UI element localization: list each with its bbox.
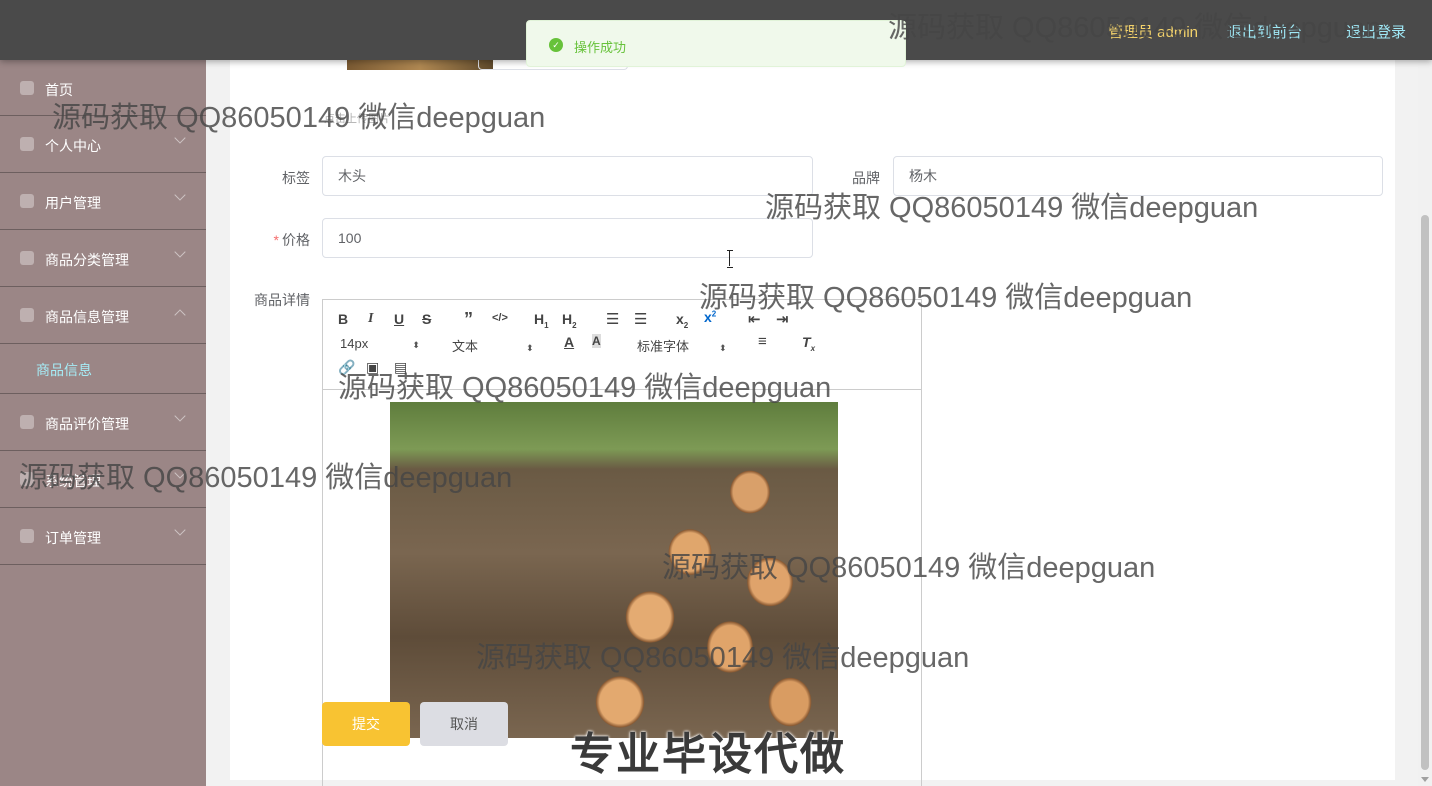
tag-input[interactable]: 木头 [322,156,813,196]
bullet-list-icon[interactable]: ☰ [634,310,647,328]
toast-message: 操作成功 [574,40,627,55]
align-icon[interactable]: ≡ [758,333,767,350]
watermark: 源码获取 QQ86050149 微信deepguan [338,372,832,404]
sidebar-item-label: 个人中心 [45,138,101,154]
text-cursor-icon [727,250,733,268]
check-circle-icon: ✓ [549,38,563,52]
paragraph-select[interactable]: 文本 ⬍ [452,336,534,355]
italic-icon[interactable]: I [368,311,373,327]
watermark: 源码获取 QQ86050149 微信deepguan [888,12,1382,44]
heading2-icon[interactable]: H2 [562,311,577,330]
goods-icon [20,308,34,322]
users-icon [20,194,34,208]
blockquote-icon[interactable]: ” [464,309,473,330]
sidebar-item-review-management[interactable]: 商品评价管理 [0,394,206,451]
watermark: 源码获取 QQ86050149 微信deepguan [765,192,1259,224]
code-icon[interactable]: </> [492,312,508,324]
success-toast: ✓ 操作成功 [526,20,906,67]
strikethrough-icon[interactable]: S [422,311,431,327]
comment-icon [20,415,34,429]
background-color-icon[interactable]: A [592,334,601,348]
watermark: 源码获取 QQ86050149 微信deepguan [476,642,970,674]
sidebar: 首页 个人中心 用户管理 商品分类管理 商品信息管理 商品信息 商品评价管理 系… [0,60,206,786]
sidebar-item-label: 商品分类管理 [45,252,129,268]
category-icon [20,251,34,265]
sidebar-item-category-management[interactable]: 商品分类管理 [0,230,206,287]
watermark: 源码获取 QQ86050149 微信deepguan [52,102,546,134]
price-input[interactable]: 100 [322,218,813,258]
page-scrollbar[interactable] [1418,60,1432,786]
detail-label: 商品详情 [254,292,310,308]
subscript-icon[interactable]: x2 [676,311,688,330]
sidebar-item-user-management[interactable]: 用户管理 [0,173,206,230]
bold-icon[interactable]: B [338,311,348,327]
watermark: 源码获取 QQ86050149 微信deepguan [19,462,513,494]
underline-icon[interactable]: U [394,311,404,327]
sidebar-item-label: 商品评价管理 [45,416,129,432]
chevron-down-icon [174,189,186,201]
chevron-down-icon [174,246,186,258]
heading1-icon[interactable]: H1 [534,311,549,330]
chevron-down-icon [174,524,186,536]
chevron-up-icon [174,309,186,321]
font-size-select[interactable]: 14px ⬍ [340,336,420,351]
sidebar-item-label: 用户管理 [45,195,101,211]
font-family-select[interactable]: 标准字体 ⬍ [637,336,727,355]
scrollbar-thumb[interactable] [1421,215,1429,770]
cancel-button[interactable]: 取消 [420,702,508,746]
watermark-banner: 专业毕设代做 [570,730,846,779]
watermark: 源码获取 QQ86050149 微信deepguan [699,282,1193,314]
submit-button[interactable]: 提交 [322,702,410,746]
tag-label: 标签 [282,170,310,186]
chevron-down-icon [174,410,186,422]
ordered-list-icon[interactable]: ☰ [606,310,619,328]
home-icon [20,81,34,95]
sidebar-subitem-goods-info[interactable]: 商品信息 [0,344,206,394]
price-label: * 价格 [273,232,310,248]
main-content: 点击上传图片 标签 木头 品牌 杨木 * 价格 100 商品详情 B I U S … [206,58,1418,786]
user-icon [20,137,34,151]
sidebar-subitem-label: 商品信息 [36,362,92,378]
clear-format-icon[interactable]: Tx [802,334,815,353]
scroll-down-arrow-icon[interactable] [1421,777,1429,782]
font-color-icon[interactable]: A [564,334,574,350]
sidebar-item-goods-management[interactable]: 商品信息管理 [0,287,206,344]
order-icon [20,529,34,543]
sidebar-item-label: 订单管理 [45,530,101,546]
sidebar-item-label: 商品信息管理 [45,309,129,325]
sidebar-item-order-management[interactable]: 订单管理 [0,508,206,565]
watermark: 源码获取 QQ86050149 微信deepguan [662,552,1156,584]
